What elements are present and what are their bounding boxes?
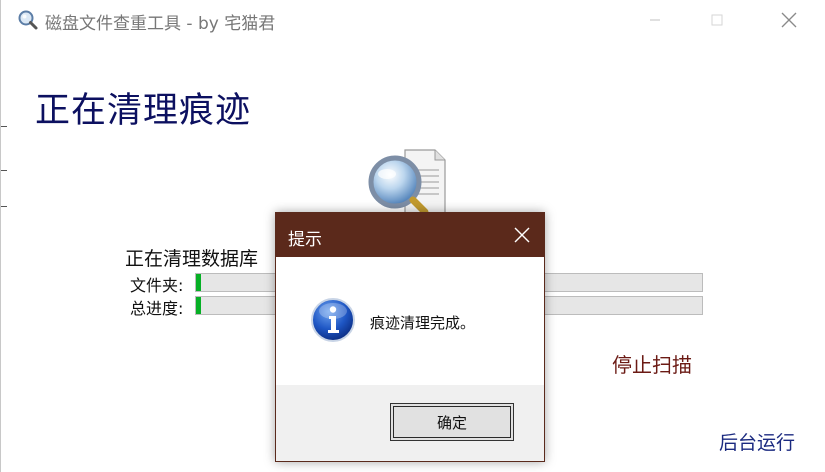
dialog-footer: 确定	[276, 385, 544, 461]
folder-progress-label: 文件夹:	[130, 276, 184, 295]
total-progress-label: 总进度:	[130, 299, 184, 318]
magnifier-app-icon	[18, 10, 38, 30]
ok-button[interactable]: 确定	[390, 403, 514, 441]
stop-scan-link[interactable]: 停止扫描	[612, 349, 692, 378]
close-icon	[514, 227, 530, 243]
status-text: 正在清理数据库	[125, 248, 259, 270]
close-icon	[781, 12, 797, 28]
dialog-title: 提示	[288, 230, 322, 250]
minimize-button[interactable]	[632, 0, 678, 40]
dialog-close-button[interactable]	[500, 213, 544, 257]
total-progress-fill	[196, 297, 201, 314]
page-heading: 正在清理痕迹	[35, 91, 252, 131]
main-window: 磁盘文件查重工具 - by 宅猫君 正在清理痕迹 正在清理数据库 文件夹: 总进…	[0, 0, 825, 472]
dialog-message: 痕迹清理完成。	[370, 314, 476, 332]
window-title: 磁盘文件查重工具 - by 宅猫君	[45, 14, 276, 34]
dialog-title-bar: 提示	[276, 213, 544, 257]
dialog-body: 痕迹清理完成。	[276, 257, 544, 385]
left-edge-marks	[1, 126, 7, 226]
folder-progress-fill	[196, 274, 201, 291]
minimize-icon	[650, 19, 660, 21]
maximize-icon	[711, 14, 723, 26]
maximize-button[interactable]	[694, 0, 740, 40]
document-scan-icon	[368, 149, 446, 217]
close-button[interactable]	[766, 0, 812, 40]
title-bar: 磁盘文件查重工具 - by 宅猫君	[1, 0, 825, 40]
run-in-background-link[interactable]: 后台运行	[719, 428, 795, 455]
info-icon	[311, 298, 355, 342]
message-dialog: 提示 痕迹清理完成。 确定	[275, 212, 545, 462]
